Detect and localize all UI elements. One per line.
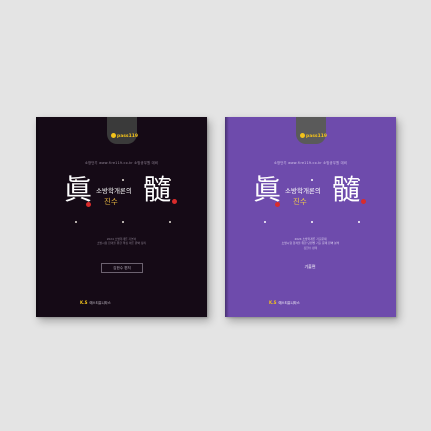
description-line: 소방시험 합격을 위한 단원별 기출 문제 완벽 분석 — [281, 241, 340, 246]
description-line: 소방시험 합격을 위한 핵심 이론 완벽 정리 — [96, 241, 147, 246]
corner-dot — [122, 179, 124, 181]
edition-label: 기출편 — [304, 264, 316, 269]
book-subtitle: 소방학개론의 — [96, 187, 132, 195]
spine-shadow — [225, 117, 229, 317]
publisher-name: 에스티유니타스 — [89, 301, 111, 305]
publisher: K.S 에스티유니타스 — [80, 300, 111, 305]
publisher-name: 에스티유니타스 — [278, 301, 300, 305]
book-tab: pass119 — [296, 117, 327, 144]
book-tab: pass119 — [107, 117, 138, 144]
corner-dot — [311, 221, 313, 223]
title-hanja-right: 髓 — [143, 173, 172, 206]
book-description: 2024 소방학개론 기본서 소방시험 합격을 위한 핵심 이론 완벽 정리 — [36, 237, 207, 245]
book-subtitle: 소방학개론의 — [285, 187, 321, 195]
title-hanja-left: 眞 — [253, 173, 282, 206]
red-accent-dot — [361, 199, 366, 204]
pass119-logo: pass119 — [111, 133, 138, 139]
title-hanja-left: 眞 — [64, 173, 93, 206]
title-hanja-right: 髓 — [332, 173, 361, 206]
corner-dot — [264, 221, 266, 223]
corner-dot — [169, 221, 171, 223]
author-label: 김한수 편저 — [101, 263, 143, 273]
corner-dot — [311, 179, 313, 181]
book-cover-purple: pass119 소방단기 www.fire119.co.kr 소방공무원 대비 … — [225, 117, 396, 317]
series-line: 소방단기 www.fire119.co.kr 소방공무원 대비 — [84, 161, 159, 165]
description-line: 김한수 편저 — [303, 246, 318, 251]
red-accent-dot — [172, 199, 177, 204]
pass119-logo: pass119 — [300, 133, 327, 139]
product-mockup-scene: pass119 소방단기 www.fire119.co.kr 소방공무원 대비 … — [0, 0, 431, 431]
book-cover-dark: pass119 소방단기 www.fire119.co.kr 소방공무원 대비 … — [36, 117, 207, 317]
spine-shadow — [36, 117, 40, 317]
book-title: 진수 — [293, 197, 307, 206]
corner-dot — [122, 221, 124, 223]
series-line: 소방단기 www.fire119.co.kr 소방공무원 대비 — [273, 161, 348, 165]
publisher-logo: K.S — [80, 300, 88, 305]
red-accent-dot — [86, 202, 91, 207]
corner-dot — [75, 221, 77, 223]
publisher: K.S 에스티유니타스 — [269, 300, 300, 305]
book-description: 2024 소방학개론 기출문제 소방시험 합격을 위한 단원별 기출 문제 완벽… — [225, 237, 396, 251]
corner-dot — [358, 221, 360, 223]
publisher-logo: K.S — [269, 300, 277, 305]
red-accent-dot — [275, 202, 280, 207]
book-title: 진수 — [104, 197, 118, 206]
